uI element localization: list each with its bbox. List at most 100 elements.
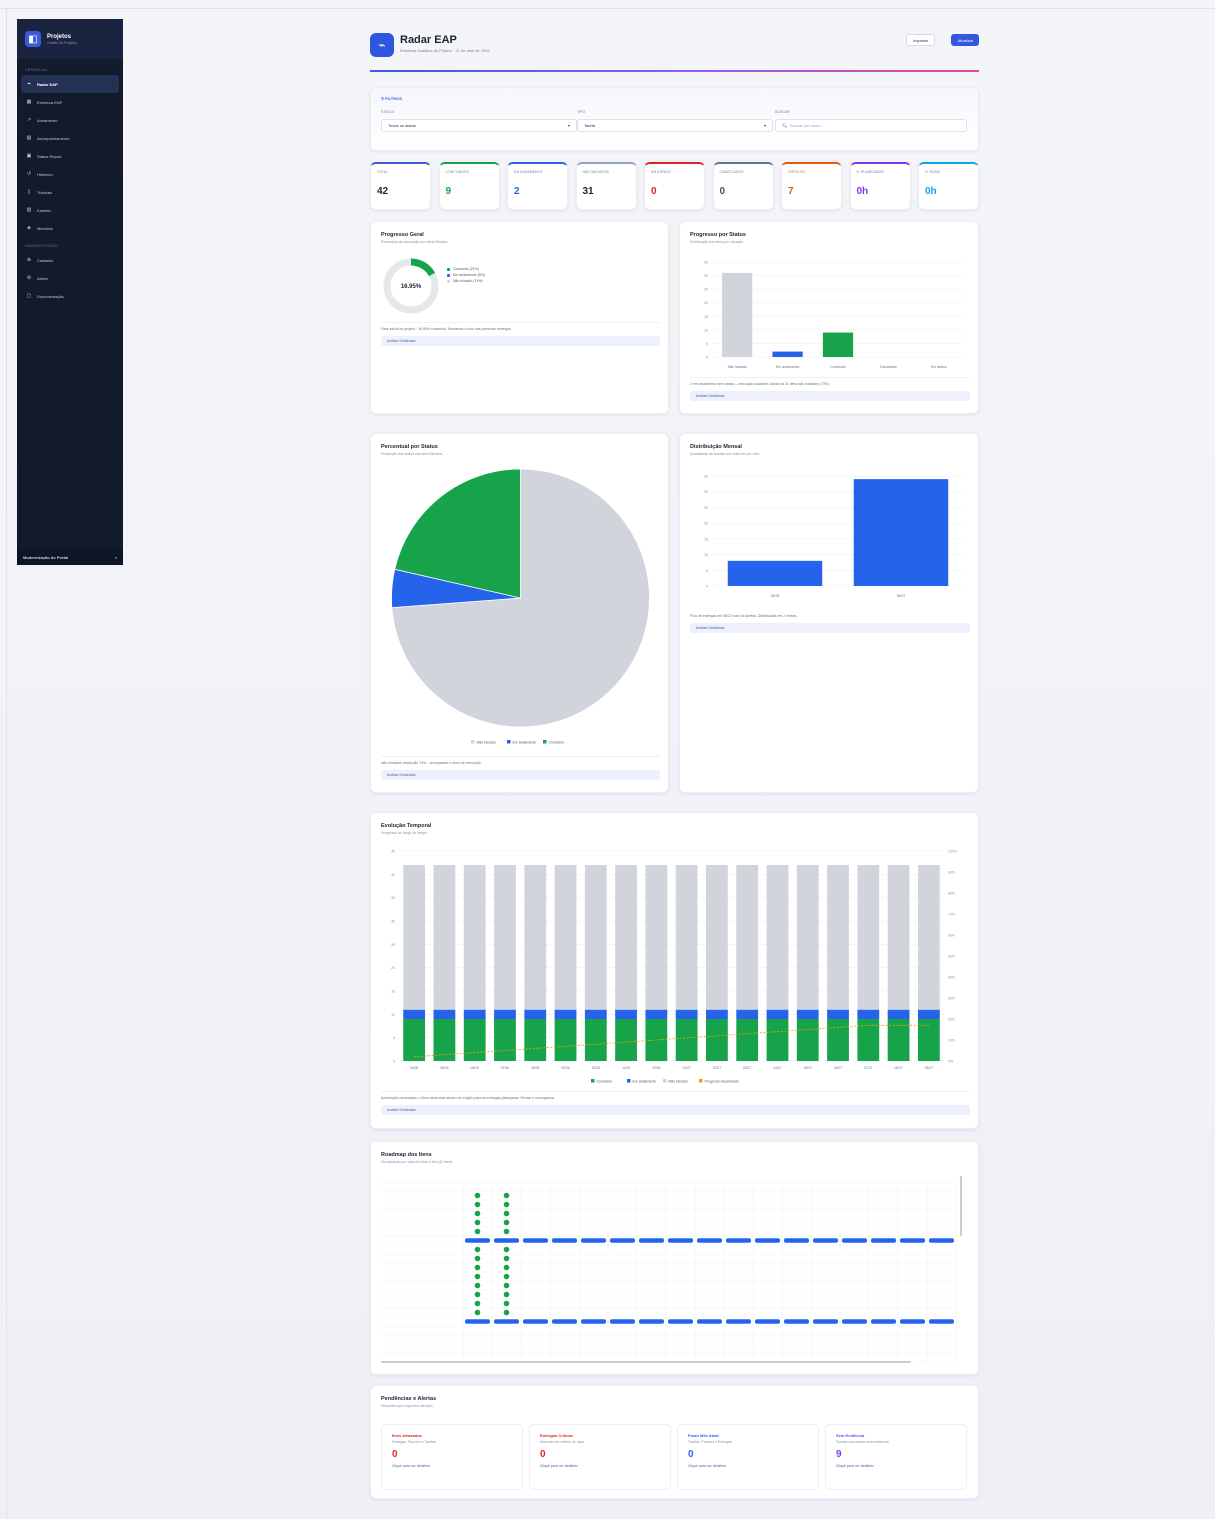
roadmap-task-bar[interactable]: [494, 1319, 519, 1324]
roadmap-task-bar[interactable]: [784, 1319, 809, 1324]
kpi-card[interactable]: CRÍTICOS 7: [781, 162, 842, 210]
roadmap-milestone[interactable]: [503, 1264, 510, 1271]
sidebar-item-5[interactable]: ▣ Status Report: [17, 147, 123, 165]
alert-details-link[interactable]: Clique para ver detalhes: [540, 1464, 660, 1468]
alert-card[interactable]: Prazo Mês Atual Tarefas, Pacotes e Entreg…: [677, 1424, 819, 1490]
roadmap-milestone[interactable]: [503, 1273, 510, 1280]
roadmap-task-bar[interactable]: [755, 1319, 780, 1324]
kpi-card[interactable]: NÃO INICIADOS 31: [575, 162, 637, 210]
sidebar-admin-item-1[interactable]: ⊕ Cadastro: [17, 251, 123, 269]
roadmap-milestone[interactable]: [474, 1273, 481, 1280]
alert-card[interactable]: Sem Evidência Tarefas concluídas sem evid…: [825, 1424, 967, 1490]
roadmap-milestone[interactable]: [503, 1219, 510, 1226]
kpi-card[interactable]: H. PLANEJADAS 0h: [849, 162, 911, 210]
analysis-button[interactable]: Análise Detalhada: [690, 391, 970, 401]
sidebar-item-4[interactable]: ▤ Acompanhamento: [17, 129, 123, 147]
horizontal-scrollbar[interactable]: [381, 1361, 911, 1363]
roadmap-task-bar[interactable]: [755, 1238, 780, 1243]
roadmap-task-bar[interactable]: [668, 1238, 693, 1243]
roadmap-task-bar[interactable]: [639, 1238, 664, 1243]
roadmap-task-bar[interactable]: [610, 1319, 635, 1324]
roadmap-task-bar[interactable]: [726, 1319, 751, 1324]
roadmap-task-bar[interactable]: [697, 1238, 722, 1243]
roadmap-task-bar[interactable]: [929, 1319, 954, 1324]
roadmap-task-bar[interactable]: [465, 1238, 490, 1243]
roadmap-milestone[interactable]: [503, 1192, 510, 1199]
roadmap-task-bar[interactable]: [871, 1319, 896, 1324]
sidebar-item-6[interactable]: ↺ Histórico: [17, 165, 123, 183]
vertical-scrollbar[interactable]: [960, 1176, 962, 1236]
roadmap-task-bar[interactable]: [842, 1319, 867, 1324]
collapse-icon[interactable]: »: [115, 555, 117, 560]
roadmap-milestone[interactable]: [474, 1219, 481, 1226]
roadmap-task-bar[interactable]: [581, 1319, 606, 1324]
sidebar-item-8[interactable]: ▥ Kanban: [17, 201, 123, 219]
roadmap-task-bar[interactable]: [552, 1238, 577, 1243]
sidebar-item-3[interactable]: ↗ Andamento: [17, 111, 123, 129]
alert-details-link[interactable]: Clique para ver detalhes: [392, 1464, 512, 1468]
kpi-card[interactable]: H. REAIS 0h: [918, 162, 979, 210]
roadmap-task-bar[interactable]: [871, 1238, 896, 1243]
sidebar-footer[interactable]: Modernização do Portal »: [17, 549, 123, 565]
roadmap-milestone[interactable]: [503, 1246, 510, 1253]
roadmap-milestone[interactable]: [503, 1282, 510, 1289]
sidebar-header[interactable]: ◧ Projetos Gestão de Projetos: [17, 19, 123, 59]
roadmap-milestone[interactable]: [474, 1210, 481, 1217]
sidebar-item-7[interactable]: ▯ Tutoriais: [17, 183, 123, 201]
roadmap-milestone[interactable]: [474, 1264, 481, 1271]
roadmap-task-bar[interactable]: [639, 1319, 664, 1324]
roadmap-milestone[interactable]: [503, 1291, 510, 1298]
roadmap-milestone[interactable]: [474, 1255, 481, 1262]
roadmap-task-bar[interactable]: [929, 1238, 954, 1243]
roadmap-task-bar[interactable]: [842, 1238, 867, 1243]
roadmap-task-bar[interactable]: [494, 1238, 519, 1243]
roadmap-task-bar[interactable]: [813, 1319, 838, 1324]
sidebar-admin-item-3[interactable]: ▢ Documentação: [17, 287, 123, 305]
roadmap-task-bar[interactable]: [668, 1319, 693, 1324]
roadmap-milestone[interactable]: [474, 1192, 481, 1199]
roadmap-milestone[interactable]: [474, 1291, 481, 1298]
roadmap-task-bar[interactable]: [697, 1319, 722, 1324]
roadmap-milestone[interactable]: [474, 1282, 481, 1289]
alert-card[interactable]: Itens Atrasados Entregas, Pacotes e Taref…: [381, 1424, 523, 1490]
sidebar-item-2[interactable]: ▦ Estrutura EAP: [17, 93, 123, 111]
kpi-card[interactable]: CANCELADOS 0: [712, 162, 774, 210]
roadmap-milestone[interactable]: [503, 1210, 510, 1217]
alert-details-link[interactable]: Clique para ver detalhes: [836, 1464, 956, 1468]
sidebar-admin-item-2[interactable]: ⚙ Admin: [17, 269, 123, 287]
search-input[interactable]: 🔍︎ Buscar por nome...: [775, 119, 967, 132]
kpi-card[interactable]: TOTAL 42: [370, 162, 431, 210]
type-select[interactable]: Tarefa ▾: [577, 119, 773, 132]
roadmap-milestone[interactable]: [474, 1201, 481, 1208]
roadmap-task-bar[interactable]: [465, 1319, 490, 1324]
refresh-button[interactable]: Atualizar: [951, 34, 979, 46]
roadmap-task-bar[interactable]: [784, 1238, 809, 1243]
roadmap-milestone[interactable]: [503, 1300, 510, 1307]
analysis-button[interactable]: Análise Detalhada: [381, 1105, 970, 1115]
roadmap-timeline[interactable]: [381, 1176, 970, 1366]
roadmap-milestone[interactable]: [503, 1309, 510, 1316]
analysis-button[interactable]: Análise Detalhada: [381, 336, 660, 346]
roadmap-task-bar[interactable]: [581, 1238, 606, 1243]
sidebar-item-9[interactable]: ◈ Memória: [17, 219, 123, 237]
roadmap-milestone[interactable]: [474, 1228, 481, 1235]
roadmap-milestone[interactable]: [474, 1300, 481, 1307]
roadmap-milestone[interactable]: [474, 1246, 481, 1253]
roadmap-milestone[interactable]: [474, 1309, 481, 1316]
roadmap-task-bar[interactable]: [552, 1319, 577, 1324]
kpi-card[interactable]: CONCLUÍDOS 9: [438, 162, 500, 210]
kpi-card[interactable]: EM ATRASO 0: [644, 162, 705, 210]
roadmap-task-bar[interactable]: [900, 1319, 925, 1324]
roadmap-task-bar[interactable]: [523, 1238, 548, 1243]
roadmap-milestone[interactable]: [503, 1228, 510, 1235]
roadmap-task-bar[interactable]: [610, 1238, 635, 1243]
roadmap-task-bar[interactable]: [900, 1238, 925, 1243]
roadmap-task-bar[interactable]: [523, 1319, 548, 1324]
alert-card[interactable]: Entregas Críticas Marcado em criterio de …: [529, 1424, 671, 1490]
roadmap-task-bar[interactable]: [813, 1238, 838, 1243]
roadmap-milestone[interactable]: [503, 1201, 510, 1208]
analysis-button[interactable]: Análise Detalhada: [381, 770, 660, 780]
roadmap-task-bar[interactable]: [726, 1238, 751, 1243]
status-select[interactable]: Todos os status ▾: [381, 119, 577, 132]
sidebar-item-1[interactable]: ⌁ Radar EAP: [21, 75, 119, 93]
